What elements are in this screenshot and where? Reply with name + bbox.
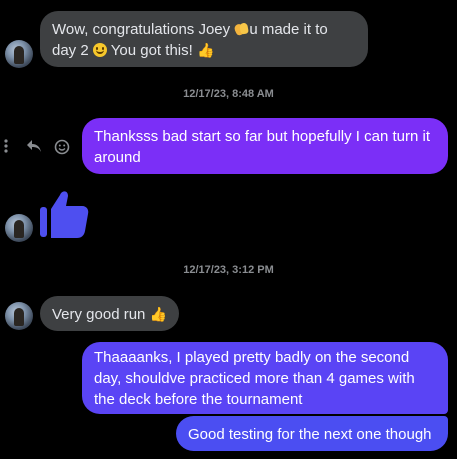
clapping-hands-emoji-icon [234,21,249,36]
incoming-message-1[interactable]: Wow, congratulations Joey u made it to d… [40,11,368,67]
message-text: Thaaaanks, I played pretty badly on the … [94,349,415,408]
text-segment: You got this! [106,42,197,59]
emoji-react-icon[interactable] [54,139,70,159]
timestamp: 12/17/23, 8:48 AM [183,88,274,100]
thumbs-up-icon[interactable] [38,187,90,241]
thumbs-up-emoji-icon: 👍 [149,306,168,322]
timestamp: 12/17/23, 3:12 PM [183,264,274,276]
message-text: Very good run [52,306,150,323]
smiling-face-emoji-icon [92,43,107,57]
text-segment: Wow, congratulations Joey [52,21,235,38]
message-text: Thanksss bad start so far but hopefully … [94,128,431,166]
message-line-1: Wow, congratulations Joey u made it to [52,19,356,40]
contact-avatar[interactable] [5,302,33,330]
reply-icon[interactable] [26,139,42,157]
more-vertical-icon[interactable] [2,139,10,157]
outgoing-message-3[interactable]: Good testing for the next one though [176,416,448,451]
message-text: Good testing for the next one though [188,426,432,443]
incoming-message-2[interactable]: Very good run 👍 [40,296,179,331]
outgoing-message-1[interactable]: Thanksss bad start so far but hopefully … [82,118,448,174]
text-segment: day 2 [52,42,93,59]
contact-avatar[interactable] [5,40,33,68]
text-segment: u made it to [249,21,328,38]
contact-avatar[interactable] [5,214,33,242]
outgoing-message-2[interactable]: Thaaaanks, I played pretty badly on the … [82,342,448,414]
thumbs-up-emoji-icon: 👍 [196,42,215,58]
message-line-2: day 2 You got this! 👍 [52,40,356,61]
